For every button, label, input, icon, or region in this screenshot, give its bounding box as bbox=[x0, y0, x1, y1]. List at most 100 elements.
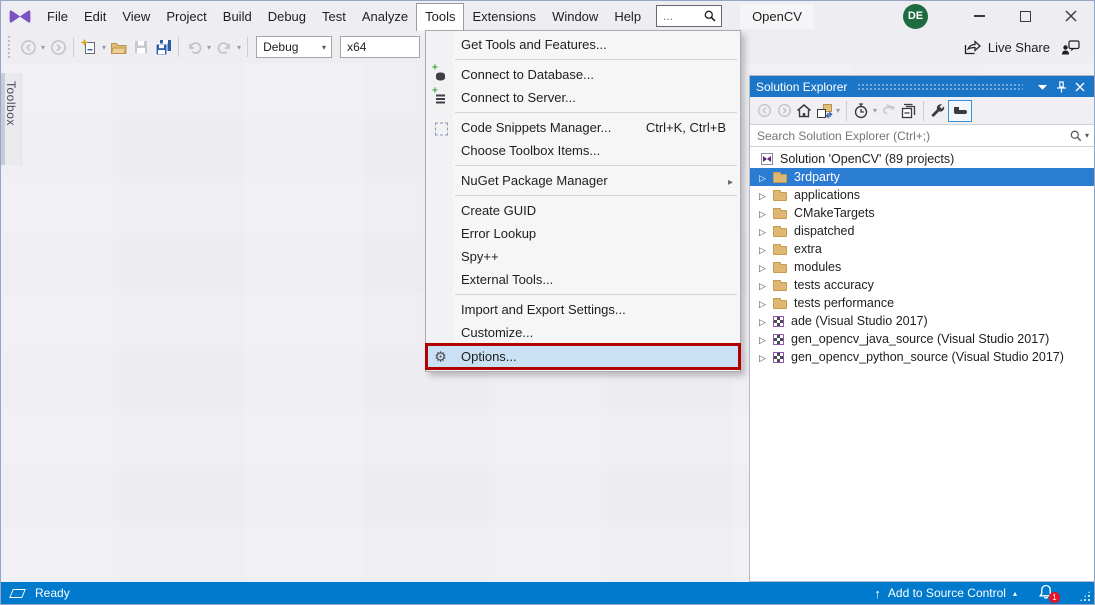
user-avatar[interactable]: DE bbox=[903, 4, 928, 29]
menubar-item[interactable]: Test bbox=[314, 4, 354, 30]
redo-dropdown-caret[interactable]: ▾ bbox=[235, 43, 243, 52]
back-dropdown-caret[interactable]: ▾ bbox=[39, 43, 47, 52]
menubar-item[interactable]: File bbox=[39, 4, 76, 30]
save-button[interactable] bbox=[130, 35, 152, 59]
solution-explorer-titlebar[interactable]: Solution Explorer bbox=[750, 76, 1094, 97]
menu-item[interactable] bbox=[455, 112, 737, 113]
tree-row[interactable]: CMakeTargets bbox=[750, 204, 1094, 222]
menubar-item[interactable]: View bbox=[114, 4, 158, 30]
menu-item[interactable]: Code Snippets Manager... Ctrl+K, Ctrl+B bbox=[426, 116, 740, 139]
home-button[interactable] bbox=[794, 99, 814, 123]
navigate-back-button[interactable] bbox=[17, 35, 39, 59]
new-project-dropdown-caret[interactable]: ▾ bbox=[100, 43, 108, 52]
undo-button[interactable] bbox=[183, 35, 205, 59]
menubar-item[interactable]: Project bbox=[158, 4, 214, 30]
expand-arrow-icon[interactable] bbox=[759, 332, 773, 346]
expand-arrow-icon[interactable] bbox=[759, 350, 773, 364]
menu-item[interactable]: NuGet Package Manager bbox=[426, 169, 740, 192]
save-all-button[interactable] bbox=[152, 35, 174, 59]
close-button[interactable] bbox=[1048, 2, 1094, 31]
solution-explorer-search-input[interactable] bbox=[750, 129, 1069, 143]
open-file-button[interactable] bbox=[108, 35, 130, 59]
undo-dropdown-caret[interactable]: ▾ bbox=[205, 43, 213, 52]
tree-row[interactable]: dispatched bbox=[750, 222, 1094, 240]
expand-arrow-icon[interactable] bbox=[759, 242, 773, 256]
search-options-caret[interactable]: ▾ bbox=[1085, 131, 1089, 140]
quick-search-input[interactable] bbox=[657, 9, 699, 23]
expand-arrow-icon[interactable] bbox=[759, 260, 773, 274]
solution-platform-combo[interactable]: x64 bbox=[340, 36, 420, 58]
source-control-caret-icon[interactable]: ▴ bbox=[1013, 589, 1017, 598]
menubar-item[interactable]: Window bbox=[544, 4, 606, 30]
tree-row[interactable]: ade (Visual Studio 2017) bbox=[750, 312, 1094, 330]
expand-arrow-icon[interactable] bbox=[759, 296, 773, 310]
menu-item[interactable]: Customize... bbox=[426, 321, 740, 344]
pending-changes-filter-button[interactable] bbox=[851, 99, 871, 123]
search-icon[interactable] bbox=[1069, 129, 1083, 143]
pending-changes-caret[interactable]: ▾ bbox=[871, 106, 879, 115]
add-to-source-control-button[interactable]: Add to Source Control bbox=[888, 586, 1006, 600]
expand-arrow-icon[interactable] bbox=[759, 170, 773, 184]
new-project-button[interactable] bbox=[78, 35, 100, 59]
close-panel-icon[interactable] bbox=[1072, 79, 1088, 95]
properties-button[interactable] bbox=[928, 99, 948, 123]
maximize-button[interactable] bbox=[1002, 2, 1048, 31]
resize-grip[interactable] bbox=[1079, 590, 1091, 602]
menu-item[interactable]: Options... bbox=[426, 344, 740, 369]
menu-item[interactable]: Import and Export Settings... bbox=[426, 298, 740, 321]
menu-item[interactable]: External Tools... bbox=[426, 268, 740, 291]
expand-arrow-icon[interactable] bbox=[759, 206, 773, 220]
menubar-item[interactable]: Tools bbox=[416, 3, 464, 31]
menu-item[interactable]: Create GUID bbox=[426, 199, 740, 222]
expand-arrow-icon[interactable] bbox=[759, 314, 773, 328]
menu-item[interactable] bbox=[455, 294, 737, 295]
tree-row[interactable]: 3rdparty bbox=[750, 168, 1094, 186]
navigate-forward-button[interactable] bbox=[47, 35, 69, 59]
switch-views-caret[interactable]: ▾ bbox=[834, 106, 842, 115]
menu-item[interactable]: Connect to Database... bbox=[426, 63, 740, 86]
menu-item[interactable]: Spy++ bbox=[426, 245, 740, 268]
tree-row[interactable]: Solution 'OpenCV' (89 projects) bbox=[750, 150, 1094, 168]
expand-arrow-icon[interactable] bbox=[759, 188, 773, 202]
preview-selected-items-toggle[interactable] bbox=[948, 100, 972, 122]
tree-row[interactable]: tests accuracy bbox=[750, 276, 1094, 294]
expand-arrow-icon[interactable] bbox=[759, 278, 773, 292]
menubar-item[interactable]: Debug bbox=[260, 4, 314, 30]
menu-item[interactable] bbox=[455, 165, 737, 166]
back-button[interactable] bbox=[754, 99, 774, 123]
pin-icon[interactable] bbox=[1053, 79, 1069, 95]
collapse-all-button[interactable] bbox=[899, 99, 919, 123]
forward-button[interactable] bbox=[774, 99, 794, 123]
toolbar-grip[interactable] bbox=[7, 35, 12, 59]
menubar-item[interactable]: Help bbox=[606, 4, 649, 30]
solution-configuration-combo[interactable]: Debug ▾ bbox=[256, 36, 332, 58]
quick-search-box[interactable] bbox=[656, 5, 722, 27]
menubar-item[interactable]: Extensions bbox=[464, 4, 544, 30]
sync-button[interactable] bbox=[879, 99, 899, 123]
redo-button[interactable] bbox=[213, 35, 235, 59]
tree-row[interactable]: gen_opencv_python_source (Visual Studio … bbox=[750, 348, 1094, 366]
tree-row[interactable]: gen_opencv_java_source (Visual Studio 20… bbox=[750, 330, 1094, 348]
toolbox-tab[interactable]: Toolbox bbox=[1, 73, 22, 165]
tree-row[interactable]: applications bbox=[750, 186, 1094, 204]
live-share-button[interactable]: Live Share bbox=[963, 39, 1050, 56]
solution-explorer-search[interactable]: ▾ bbox=[750, 124, 1094, 147]
switch-views-button[interactable] bbox=[814, 99, 834, 123]
menu-item[interactable]: Connect to Server... bbox=[426, 86, 740, 109]
tree-row[interactable]: extra bbox=[750, 240, 1094, 258]
menu-item[interactable]: Choose Toolbox Items... bbox=[426, 139, 740, 162]
menu-item[interactable] bbox=[455, 195, 737, 196]
menu-item[interactable]: Error Lookup bbox=[426, 222, 740, 245]
tree-row[interactable]: tests performance bbox=[750, 294, 1094, 312]
tree-row[interactable]: modules bbox=[750, 258, 1094, 276]
menubar-item[interactable]: Analyze bbox=[354, 4, 416, 30]
menubar-item[interactable]: Edit bbox=[76, 4, 114, 30]
window-position-caret-icon[interactable] bbox=[1034, 79, 1050, 95]
feedback-button[interactable] bbox=[1060, 35, 1082, 59]
menu-item[interactable]: Get Tools and Features... bbox=[426, 33, 740, 56]
minimize-button[interactable] bbox=[956, 2, 1002, 31]
menubar-item[interactable]: Build bbox=[215, 4, 260, 30]
notifications-button[interactable]: 1 bbox=[1038, 584, 1056, 602]
expand-arrow-icon[interactable] bbox=[759, 224, 773, 238]
menu-item[interactable] bbox=[455, 59, 737, 60]
